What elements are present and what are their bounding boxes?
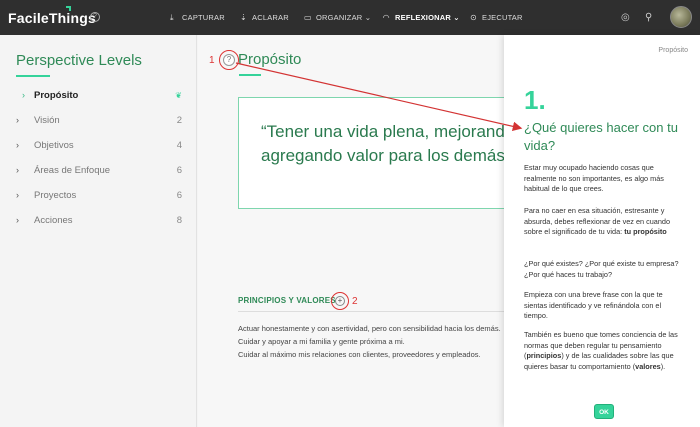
sidebar-item-proyectos[interactable]: › Proyectos 6 xyxy=(16,190,186,206)
panel-breadcrumb: Propósito xyxy=(658,47,688,54)
search-icon[interactable]: ⚲ xyxy=(645,12,652,23)
chevron-right-icon: › xyxy=(22,90,25,100)
sidebar-item-vision[interactable]: › Visión 2 xyxy=(16,115,186,131)
organize-icon: ▭ xyxy=(304,13,312,22)
sidebar-item-proposito[interactable]: › Propósito ❦ xyxy=(16,90,186,106)
ok-button[interactable]: OK xyxy=(594,404,614,419)
value-item[interactable]: Cuidar al máximo mis relaciones con clie… xyxy=(238,350,481,359)
chevron-down-icon: ⌄ xyxy=(364,13,372,22)
item-count: 6 xyxy=(176,190,182,201)
nav-capturar[interactable]: ⤓ CAPTURAR xyxy=(170,13,225,23)
help-icon[interactable]: ? xyxy=(90,12,100,22)
item-count: 8 xyxy=(176,215,182,226)
panel-question: ¿Qué quieres hacer con tu vida? xyxy=(524,120,678,153)
value-item[interactable]: Cuidar y apoyar a mi familia y gente pró… xyxy=(238,337,405,346)
nav-aclarar[interactable]: ⇣ ACLARAR xyxy=(240,13,289,22)
panel-paragraph: También es bueno que tomes conciencia de… xyxy=(524,330,678,371)
divider xyxy=(238,311,504,312)
reflect-icon: ◠ xyxy=(383,13,390,22)
sidebar-item-areas[interactable]: › Áreas de Enfoque 6 xyxy=(16,165,186,181)
execute-icon: ⊙ xyxy=(470,13,477,22)
logo-mark-icon xyxy=(66,6,71,11)
sidebar-item-objetivos[interactable]: › Objetivos 4 xyxy=(16,140,186,156)
page-title: Propósito xyxy=(238,51,302,68)
annotation-circle xyxy=(219,50,239,70)
clarify-icon: ⇣ xyxy=(240,13,247,22)
sidebar-title: Perspective Levels xyxy=(16,52,142,69)
chevron-right-icon: › xyxy=(16,140,19,150)
item-count: 4 xyxy=(176,140,182,151)
help-panel: Propósito 1. ¿Qué quieres hacer con tu v… xyxy=(504,35,700,427)
chevron-right-icon: › xyxy=(16,115,19,125)
app-logo[interactable]: FacileThings xyxy=(8,10,96,26)
chevron-right-icon: › xyxy=(16,165,19,175)
purpose-statement-box[interactable]: “Tener una vida plena, mejorando agregan… xyxy=(238,97,518,209)
item-count: 6 xyxy=(176,165,182,176)
panel-paragraph: ¿Por qué existes? ¿Por qué existe tu emp… xyxy=(524,259,679,279)
avatar[interactable] xyxy=(670,6,692,28)
leaf-icon: ❦ xyxy=(175,91,182,100)
panel-paragraph: Empieza con una breve frase con la que t… xyxy=(524,290,663,320)
title-underline xyxy=(239,74,261,76)
chevron-right-icon: › xyxy=(16,190,19,200)
chevron-down-icon: ⌄ xyxy=(453,13,460,22)
sidebar-item-acciones[interactable]: › Acciones 8 xyxy=(16,215,186,231)
target-icon[interactable]: ◎ xyxy=(621,12,630,23)
sidebar: Perspective Levels › Propósito ❦ › Visió… xyxy=(0,35,197,427)
item-count: 2 xyxy=(176,115,182,126)
capture-icon: ⤓ xyxy=(170,13,174,22)
section-title-principles: PRINCIPIOS Y VALORES xyxy=(238,296,336,305)
nav-organizar[interactable]: ▭ ORGANIZAR ⌄ xyxy=(304,13,371,22)
value-item[interactable]: Actuar honestamente y con asertividad, p… xyxy=(238,324,501,333)
chevron-right-icon: › xyxy=(16,215,19,225)
annotation-number-1: 1 xyxy=(209,55,215,66)
nav-ejecutar[interactable]: ⊙ EJECUTAR xyxy=(470,13,523,22)
annotation-number-2: 2 xyxy=(352,296,358,307)
annotation-circle xyxy=(331,292,349,310)
top-bar: FacileThings ? ⤓ CAPTURAR ⇣ ACLARAR ▭ ORGAN… xyxy=(0,0,700,35)
panel-paragraph: Para no caer en esa situación, estresant… xyxy=(524,206,671,236)
main-content xyxy=(198,35,504,427)
purpose-statement: “Tener una vida plena, mejorando agregan… xyxy=(261,122,515,165)
panel-paragraph: Estar muy ocupado haciendo cosas que rea… xyxy=(524,163,664,193)
title-underline xyxy=(16,75,50,77)
nav-reflexionar[interactable]: ◠ REFLEXIONAR ⌄ xyxy=(383,13,460,22)
step-number: 1. xyxy=(524,85,546,115)
